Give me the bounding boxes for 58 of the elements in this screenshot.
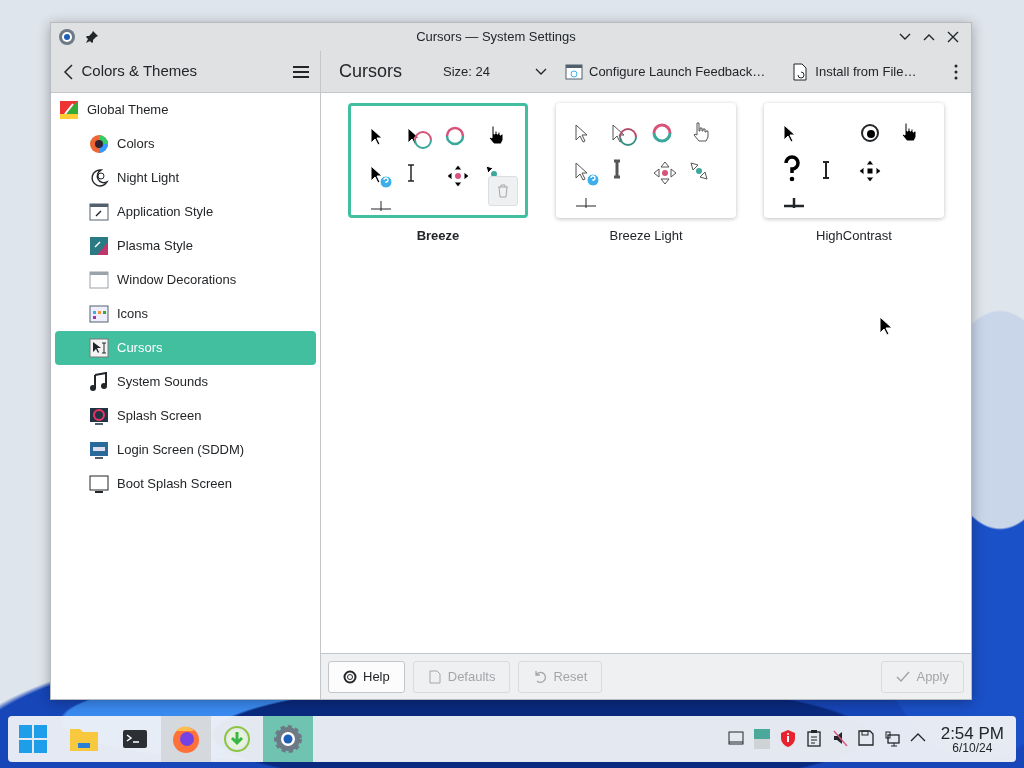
more-icon[interactable] bbox=[953, 63, 959, 80]
taskbar-app[interactable] bbox=[263, 716, 313, 762]
monitor-icon bbox=[89, 440, 109, 460]
sidebar-item[interactable]: Splash Screen bbox=[55, 399, 316, 433]
sidebar-item[interactable]: Colors bbox=[55, 127, 316, 161]
file-icon bbox=[791, 62, 810, 81]
sidebar-item[interactable]: Plasma Style bbox=[55, 229, 316, 263]
shield-icon[interactable] bbox=[778, 729, 797, 749]
monitor-icon bbox=[89, 474, 109, 494]
palette-icon bbox=[59, 100, 79, 120]
trash-icon bbox=[497, 184, 509, 198]
lifebuoy-icon bbox=[343, 669, 357, 684]
sidebar-item[interactable]: Window Decorations bbox=[55, 263, 316, 297]
icon-grid-icon bbox=[89, 304, 109, 324]
color-wheel-icon bbox=[89, 134, 109, 154]
window-icon bbox=[89, 202, 109, 222]
sidebar-item[interactable]: Night Light bbox=[55, 161, 316, 195]
theme-name: HighContrast bbox=[816, 227, 892, 245]
window-icon bbox=[565, 62, 583, 81]
back-label[interactable]: Colors & Themes bbox=[81, 60, 292, 83]
back-icon[interactable] bbox=[63, 62, 75, 81]
document-icon bbox=[427, 669, 442, 684]
close-icon[interactable] bbox=[945, 29, 961, 45]
mouse-pointer-icon bbox=[879, 316, 893, 336]
moon-icon bbox=[89, 168, 109, 188]
clipboard-icon[interactable] bbox=[804, 729, 823, 749]
brush-icon bbox=[89, 236, 109, 256]
start-icon bbox=[17, 723, 49, 755]
download-icon bbox=[221, 723, 253, 755]
sidebar-item[interactable]: Boot Splash Screen bbox=[55, 467, 316, 501]
toolbar-button[interactable]: Install from File… bbox=[791, 61, 917, 82]
monitor-icon bbox=[89, 406, 109, 426]
window-icon bbox=[89, 270, 109, 290]
undo-icon bbox=[533, 669, 548, 684]
settings-icon bbox=[57, 27, 77, 47]
sidebar-item[interactable]: Icons bbox=[55, 297, 316, 331]
sidebar-item[interactable]: Login Screen (SDDM) bbox=[55, 433, 316, 467]
gear-icon bbox=[272, 723, 304, 755]
window-title: Cursors — System Settings bbox=[415, 28, 577, 47]
clock-date: 6/10/24 bbox=[952, 741, 993, 754]
sidebar-item[interactable]: System Sounds bbox=[55, 365, 316, 399]
toolbar-button[interactable]: Configure Launch Feedback… bbox=[565, 61, 766, 82]
page-title: Cursors bbox=[339, 60, 403, 83]
menu-icon[interactable] bbox=[292, 64, 310, 79]
theme-name: Breeze Light bbox=[609, 227, 683, 245]
music-note-icon bbox=[89, 372, 109, 392]
network-icon[interactable] bbox=[882, 729, 901, 749]
cursor-icon bbox=[89, 338, 109, 358]
help-button[interactable]: Help bbox=[328, 660, 405, 693]
pin-icon[interactable] bbox=[85, 30, 99, 44]
clock-time: 2:54 PM bbox=[940, 724, 1004, 742]
size-dropdown[interactable]: Size: 24 bbox=[443, 61, 547, 82]
checkmark-icon bbox=[896, 669, 911, 684]
theme-name: Breeze bbox=[416, 227, 460, 245]
clock[interactable]: 2:54 PM 6/10/24 bbox=[940, 724, 1004, 754]
sidebar-item[interactable]: Global Theme bbox=[55, 93, 316, 127]
caret-icon bbox=[535, 67, 547, 76]
sidebar-item[interactable]: Application Style bbox=[55, 195, 316, 229]
